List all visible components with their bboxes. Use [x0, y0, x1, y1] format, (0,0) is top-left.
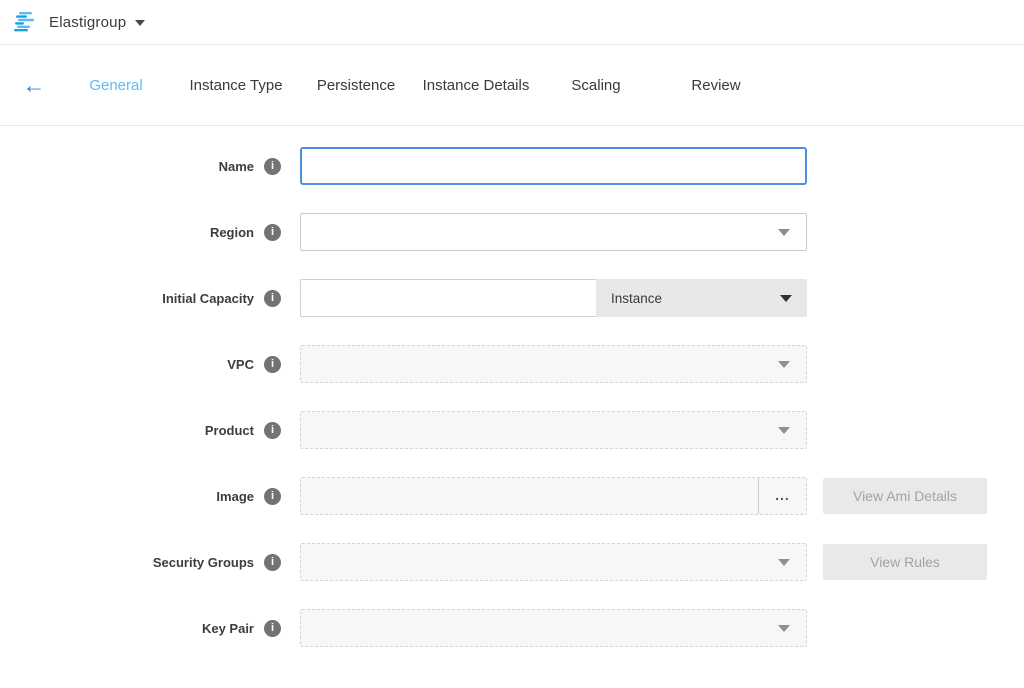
chevron-down-icon	[778, 229, 790, 236]
wizard-tabbar: ← General Instance Type Persistence Inst…	[0, 45, 1024, 126]
vpc-label: VPC	[227, 357, 254, 372]
chevron-down-icon	[778, 427, 790, 434]
product-label: Product	[205, 423, 254, 438]
elastigroup-logo	[14, 12, 38, 32]
ellipsis-icon: ...	[775, 493, 790, 499]
region-label: Region	[210, 225, 254, 240]
chevron-down-icon	[778, 625, 790, 632]
form-row-security-groups: Security Groups View Rules	[0, 543, 1024, 581]
info-icon[interactable]	[264, 290, 281, 307]
chevron-down-icon	[778, 559, 790, 566]
chevron-down-icon[interactable]	[135, 20, 145, 26]
region-select[interactable]	[300, 213, 807, 251]
general-form: Name Region Initial Capacity Ins	[0, 126, 1024, 647]
chevron-down-icon	[778, 361, 790, 368]
name-input[interactable]	[300, 147, 807, 185]
security-groups-label: Security Groups	[153, 555, 254, 570]
chevron-down-icon	[780, 295, 792, 302]
info-icon[interactable]	[264, 488, 281, 505]
key-pair-label: Key Pair	[202, 621, 254, 636]
form-row-product: Product	[0, 411, 1024, 449]
tab-review[interactable]: Review	[656, 77, 776, 94]
view-ami-details-button[interactable]: View Ami Details	[823, 478, 987, 514]
info-icon[interactable]	[264, 356, 281, 373]
tab-instance-details[interactable]: Instance Details	[416, 77, 536, 94]
info-icon[interactable]	[264, 158, 281, 175]
key-pair-select	[300, 609, 807, 647]
view-rules-button[interactable]: View Rules	[823, 544, 987, 580]
tab-instance-type[interactable]: Instance Type	[176, 77, 296, 94]
form-row-initial-capacity: Initial Capacity Instance	[0, 279, 1024, 317]
image-browse-button[interactable]: ...	[758, 478, 806, 514]
back-arrow-icon[interactable]: ←	[14, 74, 54, 97]
info-icon[interactable]	[264, 224, 281, 241]
name-label: Name	[219, 159, 254, 174]
app-title[interactable]: Elastigroup	[49, 14, 126, 31]
capacity-unit-value: Instance	[611, 291, 662, 306]
security-groups-select	[300, 543, 807, 581]
wizard-tabs: General Instance Type Persistence Instan…	[56, 77, 776, 94]
app-header: Elastigroup	[0, 0, 1024, 45]
info-icon[interactable]	[264, 620, 281, 637]
form-row-vpc: VPC	[0, 345, 1024, 383]
tab-scaling[interactable]: Scaling	[536, 77, 656, 94]
initial-capacity-label: Initial Capacity	[162, 291, 254, 306]
form-row-key-pair: Key Pair	[0, 609, 1024, 647]
image-select: ...	[300, 477, 807, 515]
vpc-select	[300, 345, 807, 383]
initial-capacity-input[interactable]	[300, 279, 596, 317]
info-icon[interactable]	[264, 554, 281, 571]
product-select	[300, 411, 807, 449]
tab-general[interactable]: General	[56, 77, 176, 94]
info-icon[interactable]	[264, 422, 281, 439]
form-row-region: Region	[0, 213, 1024, 251]
image-label: Image	[216, 489, 254, 504]
tab-persistence[interactable]: Persistence	[296, 77, 416, 94]
form-row-image: Image ... View Ami Details	[0, 477, 1024, 515]
form-row-name: Name	[0, 147, 1024, 185]
capacity-unit-select[interactable]: Instance	[596, 279, 807, 317]
